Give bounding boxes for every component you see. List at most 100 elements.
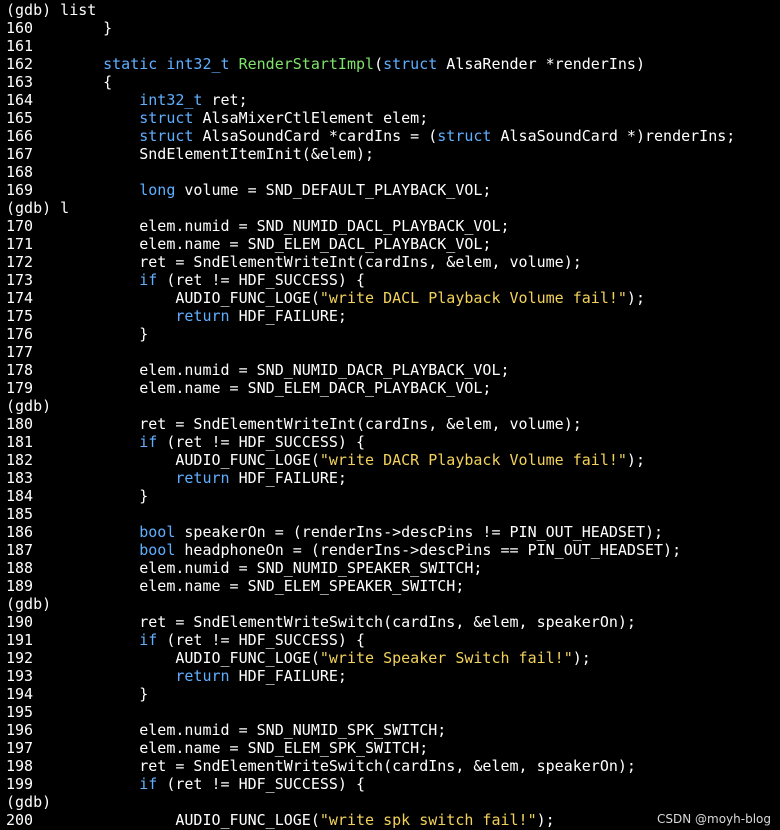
code-text: elem.name = SND_ELEM_SPK_SWITCH; <box>67 739 429 757</box>
code-line: 160 } <box>0 19 780 37</box>
line-number: 160 <box>6 19 34 37</box>
code-line: 166 struct AlsaSoundCard *cardIns = (str… <box>0 127 780 145</box>
code-keyword: if <box>139 631 158 649</box>
code-line: 186 bool speakerOn = (renderIns->descPin… <box>0 523 780 541</box>
code-keyword: if <box>139 775 158 793</box>
line-number: 192 <box>6 649 34 667</box>
code-text: elem.name = SND_ELEM_SPEAKER_SWITCH; <box>67 577 465 595</box>
code-line: 195 <box>0 703 780 721</box>
terminal-window[interactable]: (gdb) list 160 } 161 162 static int32_t Ren… <box>0 0 780 830</box>
code-keyword: if <box>139 271 158 289</box>
line-number: 163 <box>6 73 34 91</box>
code-line: 170 elem.numid = SND_NUMID_DACL_PLAYBACK… <box>0 217 780 235</box>
line-number: 174 <box>6 289 34 307</box>
line-number: 161 <box>6 37 34 55</box>
line-number: 168 <box>6 163 34 181</box>
code-line: 188 elem.numid = SND_NUMID_SPEAKER_SWITC… <box>0 559 780 577</box>
code-line: 174 AUDIO_FUNC_LOGE("write DACL Playback… <box>0 289 780 307</box>
code-line: 192 AUDIO_FUNC_LOGE("write Speaker Switc… <box>0 649 780 667</box>
code-line: 176 } <box>0 325 780 343</box>
code-text: ret = SndElementWriteInt(cardIns, &elem,… <box>67 415 582 433</box>
code-line: 175 return HDF_FAILURE; <box>0 307 780 325</box>
line-number: 196 <box>6 721 34 739</box>
code-text: ret = SndElementWriteSwitch(cardIns, &el… <box>67 613 636 631</box>
code-text: AlsaSoundCard *)renderIns; <box>491 127 736 145</box>
code-text: elem.numid = SND_NUMID_SPEAKER_SWITCH; <box>67 559 483 577</box>
code-line: 190 ret = SndElementWriteSwitch(cardIns,… <box>0 613 780 631</box>
code-line: 196 elem.numid = SND_NUMID_SPK_SWITCH; <box>0 721 780 739</box>
code-line: 177 <box>0 343 780 361</box>
code-text: ret = SndElementWriteInt(cardIns, &elem,… <box>67 253 582 271</box>
code-text: elem.numid = SND_NUMID_DACR_PLAYBACK_VOL… <box>67 361 510 379</box>
line-number: 199 <box>6 775 34 793</box>
code-line: 173 if (ret != HDF_SUCCESS) { <box>0 271 780 289</box>
line-number: 173 <box>6 271 34 289</box>
line-number: 179 <box>6 379 34 397</box>
gdb-prompt-line: (gdb) <box>0 793 780 811</box>
code-keyword: return <box>175 307 230 325</box>
gdb-prompt-line: (gdb) <box>0 595 780 613</box>
code-text: (ret != HDF_SUCCESS) { <box>157 775 366 793</box>
line-number: 175 <box>6 307 34 325</box>
code-keyword: bool <box>139 541 176 559</box>
code-text: AUDIO_FUNC_LOGE( <box>67 649 320 667</box>
code-line: 184 } <box>0 487 780 505</box>
gdb-prompt-text: (gdb) <box>6 397 52 415</box>
code-text: elem.numid = SND_NUMID_DACL_PLAYBACK_VOL… <box>67 217 510 235</box>
line-number: 170 <box>6 217 34 235</box>
code-text: ); <box>536 811 555 829</box>
code-keyword: struct <box>383 55 438 73</box>
code-text: AlsaRender *renderIns) <box>437 55 645 73</box>
gdb-prompt-line: (gdb) <box>0 397 780 415</box>
code-text: ret = SndElementWriteSwitch(cardIns, &el… <box>67 757 636 775</box>
line-number: 198 <box>6 757 34 775</box>
code-text: volume = SND_DEFAULT_PLAYBACK_VOL; <box>175 181 492 199</box>
code-line: 194 } <box>0 685 780 703</box>
watermark: CSDN @moyh-blog <box>656 812 771 826</box>
code-keyword: struct <box>139 127 194 145</box>
code-text: } <box>67 487 149 505</box>
code-keyword: bool <box>139 523 176 541</box>
code-text: } <box>67 19 113 37</box>
code-line: 185 <box>0 505 780 523</box>
gdb-prompt-text: (gdb) list <box>6 1 97 19</box>
code-text: ); <box>626 451 645 469</box>
terminal-output: (gdb) list 160 } 161 162 static int32_t Ren… <box>0 1 780 829</box>
line-number: 177 <box>6 343 34 361</box>
line-number: 181 <box>6 433 34 451</box>
line-number: 186 <box>6 523 34 541</box>
code-line: 189 elem.name = SND_ELEM_SPEAKER_SWITCH; <box>0 577 780 595</box>
line-number: 189 <box>6 577 34 595</box>
gdb-prompt-text: (gdb) l <box>6 199 70 217</box>
code-text: AUDIO_FUNC_LOGE( <box>67 811 320 829</box>
code-line: 179 elem.name = SND_ELEM_DACR_PLAYBACK_V… <box>0 379 780 397</box>
code-text: SndElementItemInit(&elem); <box>67 145 375 163</box>
line-number: 164 <box>6 91 34 109</box>
code-keyword: long <box>139 181 176 199</box>
gdb-prompt-line: (gdb) l <box>0 199 780 217</box>
code-text: HDF_FAILURE; <box>229 667 347 685</box>
code-line: 161 <box>0 37 780 55</box>
code-text: HDF_FAILURE; <box>229 307 347 325</box>
code-line: 172 ret = SndElementWriteInt(cardIns, &e… <box>0 253 780 271</box>
code-line: 198 ret = SndElementWriteSwitch(cardIns,… <box>0 757 780 775</box>
code-line: 165 struct AlsaMixerCtlElement elem; <box>0 109 780 127</box>
line-number: 188 <box>6 559 34 577</box>
code-line: 199 if (ret != HDF_SUCCESS) { <box>0 775 780 793</box>
line-number: 193 <box>6 667 34 685</box>
code-line: 167 SndElementItemInit(&elem); <box>0 145 780 163</box>
code-line: 181 if (ret != HDF_SUCCESS) { <box>0 433 780 451</box>
code-keyword: static <box>103 55 158 73</box>
line-number: 185 <box>6 505 34 523</box>
line-number: 171 <box>6 235 34 253</box>
line-number: 200 <box>6 811 34 829</box>
